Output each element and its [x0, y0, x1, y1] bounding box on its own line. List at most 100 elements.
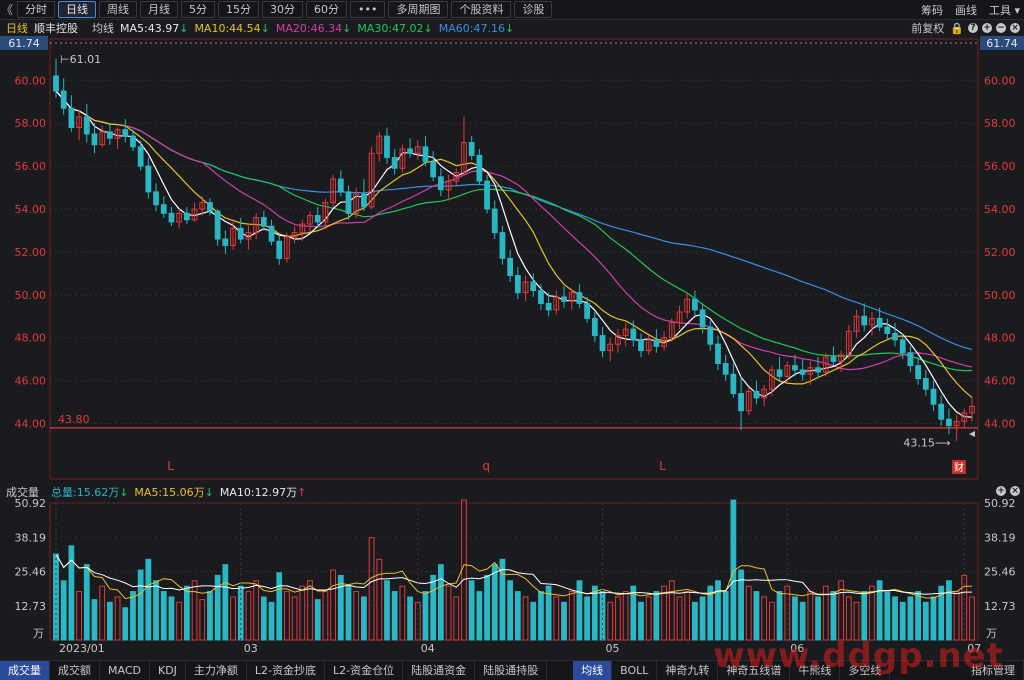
candle-body	[484, 180, 490, 210]
price-axis-label-right: 61.74	[986, 37, 1018, 50]
price-chart[interactable]: 61.74 61.74 60.00 60.00 58.00 58.00 56.00 56.00…	[0, 0, 1024, 679]
volume-axis-label-right: 12.73	[984, 600, 1016, 613]
volume-bar	[99, 585, 106, 641]
price-axis-label-right: 52.00	[984, 246, 1016, 259]
tab-turnover[interactable]: 成交额	[50, 661, 100, 680]
tab-volume[interactable]: 成交量	[0, 661, 50, 680]
price-axis-label: 56.00	[15, 160, 47, 173]
tab-boll[interactable]: BOLL	[612, 661, 658, 680]
candle-body	[638, 339, 644, 352]
volume-bar	[183, 585, 190, 641]
volume-bar	[591, 585, 598, 641]
ma5-line	[55, 90, 973, 418]
candle-body	[407, 148, 413, 154]
event-marker: q	[482, 459, 490, 473]
tab-hk-holding[interactable]: 陆股通持股	[475, 661, 548, 680]
candle-body	[707, 326, 714, 345]
candle-body	[915, 365, 922, 380]
volume-close-icon[interactable]: ×	[1010, 486, 1020, 496]
volume-bar	[969, 596, 975, 641]
tab-td9[interactable]: 神奇九转	[657, 661, 719, 680]
volume-label[interactable]: 成交量	[6, 484, 39, 500]
price-axis-label: 44.00	[15, 418, 47, 431]
candle-body	[122, 129, 129, 137]
volume-bar	[284, 591, 290, 641]
volume-bar	[176, 601, 183, 641]
volume-bar	[337, 574, 344, 641]
tab-ma[interactable]: 均线	[573, 661, 613, 680]
candle-body	[876, 317, 883, 328]
candle-body	[730, 373, 737, 395]
volume-bar	[299, 585, 306, 641]
volume-bar	[430, 574, 437, 641]
volume-bar	[799, 601, 806, 641]
volume-legend: 成交量 总量:15.62万 ↓ MA5:15.06万 ↓ MA10:12.97万…	[0, 484, 1024, 500]
price-axis-label-right: 58.00	[984, 117, 1016, 130]
volume-bar	[622, 591, 629, 641]
volume-bar	[399, 585, 406, 641]
vma5-arrow-icon: ↓	[204, 485, 214, 499]
candle-body	[507, 257, 514, 277]
event-marker: L	[659, 459, 666, 473]
candle-body	[738, 393, 744, 412]
price-axis-label: 61.74	[8, 37, 40, 50]
price-axis-label: 58.00	[15, 117, 47, 130]
volume-bar	[491, 564, 498, 641]
volume-bar	[422, 591, 429, 641]
volume-bar	[961, 574, 968, 641]
candle-body	[653, 339, 660, 347]
candle-body	[314, 214, 321, 223]
tab-hk-flow[interactable]: 陆股通资金	[403, 661, 476, 680]
tab-kdj[interactable]: KDJ	[150, 661, 186, 680]
watermark: www.ddgp.net	[713, 636, 1004, 676]
volume-bar	[522, 596, 529, 641]
candle-body	[222, 238, 229, 247]
candle-body	[545, 302, 552, 311]
candle-body	[584, 302, 591, 319]
volume-bar	[884, 591, 891, 641]
candle-body	[207, 202, 213, 212]
ma60-line	[55, 90, 973, 351]
volume-bar	[568, 591, 575, 641]
volume-bar	[869, 585, 875, 641]
volume-zoom-in-icon[interactable]: +	[996, 486, 1006, 496]
volume-bar	[207, 591, 213, 641]
volume-bar	[722, 591, 729, 641]
candle-body	[468, 142, 475, 156]
price-axis-label: 60.00	[15, 74, 47, 87]
volume-bar	[861, 591, 868, 641]
tab-l2-bottom[interactable]: L2-资金抄底	[247, 661, 326, 680]
candle-body	[237, 227, 244, 240]
candle-body	[699, 309, 706, 328]
volume-bar	[776, 591, 783, 641]
tab-l2-position[interactable]: L2-资金仓位	[325, 661, 404, 680]
volume-bar	[715, 580, 721, 641]
price-axis-label: 52.00	[15, 246, 47, 259]
candle-body	[499, 232, 506, 259]
candle-body	[476, 154, 483, 182]
candle-body	[530, 281, 537, 292]
volume-bar	[291, 596, 298, 641]
event-marker: L	[167, 459, 174, 473]
candle-body	[946, 418, 952, 427]
volume-axis-label: 25.46	[15, 566, 47, 579]
volume-bar	[538, 591, 544, 641]
price-axis-label-right: 44.00	[984, 418, 1016, 431]
volume-bar	[645, 596, 652, 641]
price-axis-label-right: 48.00	[984, 332, 1016, 345]
candle-body	[907, 352, 914, 367]
volume-axis-label: 38.19	[15, 531, 47, 544]
tab-main-net[interactable]: 主力净额	[186, 661, 247, 680]
price-axis-label-right: 54.00	[984, 203, 1016, 216]
volume-bar	[507, 580, 514, 641]
candle-body	[83, 116, 90, 135]
volume-bar	[845, 596, 852, 641]
volume-bar	[145, 558, 152, 641]
volume-bar	[899, 601, 906, 641]
vma10-arrow-icon: ↑	[297, 485, 307, 499]
tab-macd[interactable]: MACD	[100, 661, 150, 680]
candle-body	[599, 335, 606, 352]
volume-bar	[953, 591, 960, 641]
candle-body	[930, 388, 937, 405]
candle-body	[60, 90, 67, 109]
